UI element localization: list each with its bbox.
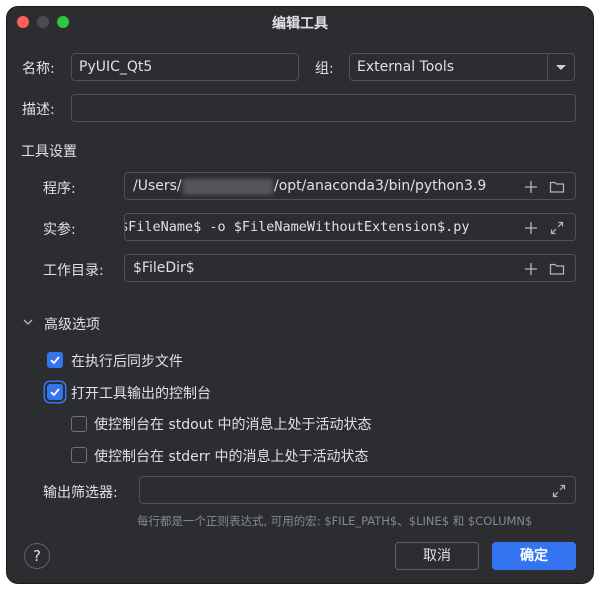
check-icon bbox=[50, 356, 60, 365]
description-label: 描述: bbox=[22, 102, 55, 118]
output-filter-input[interactable] bbox=[139, 476, 576, 504]
output-filter-label: 输出筛选器: bbox=[43, 485, 118, 501]
advanced-options-header[interactable]: 高级选项 bbox=[44, 314, 100, 334]
plus-icon[interactable] bbox=[523, 220, 539, 236]
plus-icon[interactable] bbox=[523, 261, 539, 277]
group-dropdown-arrow[interactable] bbox=[547, 54, 574, 80]
edit-tool-dialog: 编辑工具 名称: PyUIC_Qt5 组: External Tools 描述:… bbox=[7, 7, 593, 583]
arguments-label: 实参: bbox=[43, 222, 76, 238]
title-bar: 编辑工具 bbox=[7, 7, 593, 37]
arguments-input[interactable]: $FileName$ -o $FileNameWithoutExtension$… bbox=[124, 213, 576, 241]
program-path-prefix: /Users/ bbox=[133, 178, 182, 194]
tool-settings-header: 工具设置 bbox=[21, 144, 77, 160]
stdout-active-label[interactable]: 使控制台在 stdout 中的消息上处于活动状态 bbox=[94, 414, 372, 434]
stderr-active-label[interactable]: 使控制台在 stderr 中的消息上处于活动状态 bbox=[94, 446, 368, 466]
plus-icon[interactable] bbox=[523, 179, 539, 195]
stdout-active-checkbox[interactable] bbox=[71, 416, 87, 432]
help-button[interactable]: ? bbox=[24, 543, 50, 569]
output-filter-hint: 每行都是一个正则表达式, 可用的宏: $FILE_PATH$、$LINE$ 和 … bbox=[137, 514, 533, 528]
sync-files-label[interactable]: 在执行后同步文件 bbox=[71, 351, 183, 371]
group-combobox[interactable]: External Tools bbox=[349, 53, 575, 81]
description-input[interactable] bbox=[71, 94, 576, 122]
redacted-username bbox=[183, 179, 273, 195]
chevron-down-icon[interactable] bbox=[22, 316, 34, 328]
chevron-down-icon bbox=[556, 65, 566, 70]
folder-icon[interactable] bbox=[549, 179, 565, 195]
name-label: 名称: bbox=[22, 61, 55, 77]
folder-icon[interactable] bbox=[549, 261, 565, 277]
arguments-actions bbox=[517, 214, 575, 240]
arguments-value: $FileName$ -o $FileNameWithoutExtension$… bbox=[124, 219, 470, 235]
program-path-suffix: /opt/anaconda3/bin/python3.9 bbox=[274, 178, 487, 194]
name-value: PyUIC_Qt5 bbox=[79, 59, 153, 75]
group-label: 组: bbox=[315, 61, 334, 77]
sync-files-checkbox[interactable] bbox=[47, 352, 63, 368]
open-console-checkbox[interactable] bbox=[47, 384, 63, 400]
cancel-button[interactable]: 取消 bbox=[395, 542, 479, 570]
program-label: 程序: bbox=[43, 181, 76, 197]
dialog-title: 编辑工具 bbox=[272, 16, 328, 32]
stderr-active-checkbox[interactable] bbox=[71, 447, 87, 463]
group-value: External Tools bbox=[357, 59, 455, 75]
working-directory-value: $FileDir$ bbox=[133, 260, 195, 276]
expand-icon[interactable] bbox=[551, 483, 567, 499]
ok-button[interactable]: 确定 bbox=[492, 542, 576, 570]
check-icon bbox=[50, 388, 60, 397]
name-input[interactable]: PyUIC_Qt5 bbox=[71, 53, 299, 81]
working-directory-label: 工作目录: bbox=[43, 263, 104, 279]
expand-icon[interactable] bbox=[549, 220, 565, 236]
open-console-label[interactable]: 打开工具输出的控制台 bbox=[71, 383, 211, 403]
program-input[interactable]: /Users/ /opt/anaconda3/bin/python3.9 bbox=[124, 172, 576, 200]
working-directory-input[interactable]: $FileDir$ bbox=[124, 254, 576, 282]
